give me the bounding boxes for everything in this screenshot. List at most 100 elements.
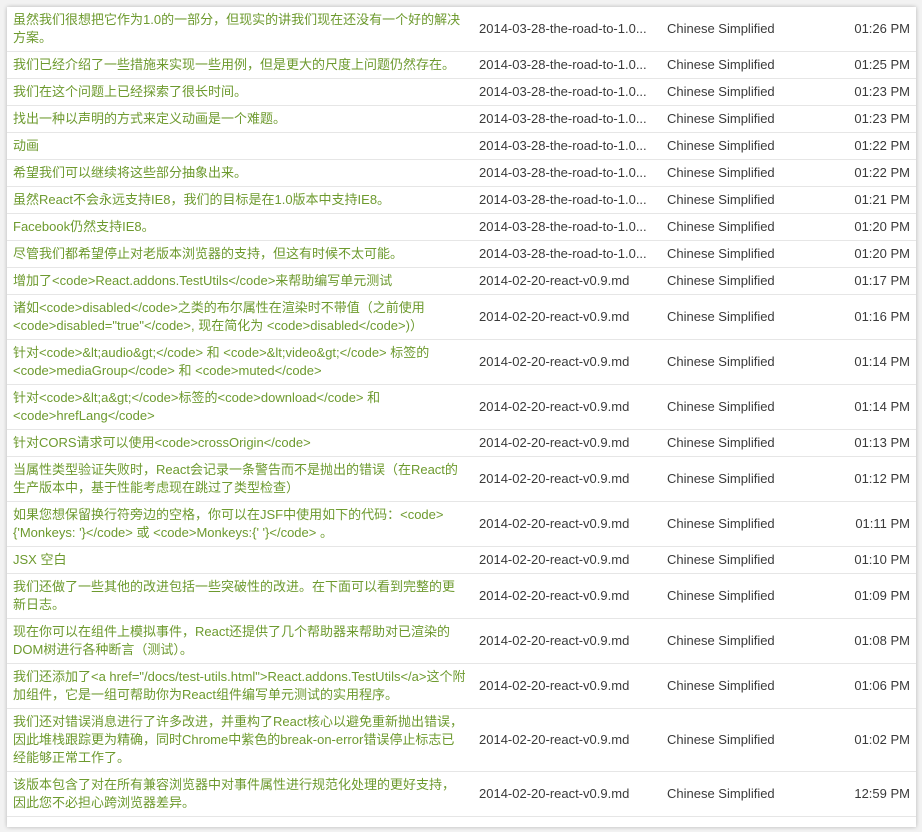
table-row: 该版本包含了对在所有兼容浏览器中对事件属性进行规范化处理的更好支持，因此您不必担…: [7, 771, 916, 817]
file-name: 2014-02-20-react-v0.9.md: [473, 708, 661, 772]
segment-link[interactable]: 现在你可以在组件上模拟事件，React还提供了几个帮助器来帮助对已渲染的DOM树…: [13, 624, 450, 657]
language: Chinese Simplified: [661, 105, 827, 133]
timestamp: 01:21 PM: [827, 186, 916, 214]
segment-text-cell: 我们还做了一些其他的改进包括一些突破性的改进。在下面可以看到完整的更新日志。: [7, 573, 473, 619]
activity-table: 虽然我们很想把它作为1.0的一部分，但现实的讲我们现在还没有一个好的解决方案。 2…: [7, 7, 916, 817]
file-name: 2014-02-20-react-v0.9.md: [473, 294, 661, 340]
timestamp: 01:26 PM: [827, 7, 916, 52]
table-row: 现在你可以在组件上模拟事件，React还提供了几个帮助器来帮助对已渲染的DOM树…: [7, 618, 916, 664]
timestamp: 01:12 PM: [827, 456, 916, 502]
segment-link[interactable]: 该版本包含了对在所有兼容浏览器中对事件属性进行规范化处理的更好支持，因此您不必担…: [13, 777, 455, 810]
segment-text-cell: 针对<code>&lt;a&gt;</code>标签的<code>downloa…: [7, 384, 473, 430]
segment-text-cell: 增加了<code>React.addons.TestUtils</code>来帮…: [7, 267, 473, 295]
file-name: 2014-03-28-the-road-to-1.0...: [473, 132, 661, 160]
activity-rows: 虽然我们很想把它作为1.0的一部分，但现实的讲我们现在还没有一个好的解决方案。 2…: [7, 7, 916, 817]
language: Chinese Simplified: [661, 339, 827, 385]
file-name: 2014-03-28-the-road-to-1.0...: [473, 78, 661, 106]
timestamp: 01:20 PM: [827, 213, 916, 241]
segment-link[interactable]: 我们已经介绍了一些措施来实现一些用例，但是更大的尺度上问题仍然存在。: [13, 57, 455, 72]
activity-panel: 虽然我们很想把它作为1.0的一部分，但现实的讲我们现在还没有一个好的解决方案。 2…: [7, 7, 916, 827]
segment-link[interactable]: 虽然React不会永远支持IE8，我们的目标是在1.0版本中支持IE8。: [13, 192, 390, 207]
file-name: 2014-03-28-the-road-to-1.0...: [473, 159, 661, 187]
table-row: Facebook仍然支持IE8。 2014-03-28-the-road-to-1…: [7, 213, 916, 241]
table-row: 我们还做了一些其他的改进包括一些突破性的改进。在下面可以看到完整的更新日志。 20…: [7, 573, 916, 619]
segment-link[interactable]: 动画: [13, 138, 39, 153]
segment-text-cell: 诸如<code>disabled</code>之类的布尔属性在渲染时不带值（之前…: [7, 294, 473, 340]
language: Chinese Simplified: [661, 663, 827, 709]
timestamp: 01:09 PM: [827, 573, 916, 619]
segment-text-cell: 我们还添加了<a href="/docs/test-utils.html">Re…: [7, 663, 473, 709]
timestamp: 01:22 PM: [827, 132, 916, 160]
segment-text-cell: 该版本包含了对在所有兼容浏览器中对事件属性进行规范化处理的更好支持，因此您不必担…: [7, 771, 473, 817]
segment-link[interactable]: 增加了<code>React.addons.TestUtils</code>来帮…: [13, 273, 392, 288]
segment-text-cell: 虽然React不会永远支持IE8，我们的目标是在1.0版本中支持IE8。: [7, 186, 473, 214]
language: Chinese Simplified: [661, 240, 827, 268]
table-row: JSX 空白 2014-02-20-react-v0.9.md Chinese Si…: [7, 546, 916, 574]
language: Chinese Simplified: [661, 501, 827, 547]
segment-text-cell: 尽管我们都希望停止对老版本浏览器的支持，但这有时候不太可能。: [7, 240, 473, 268]
language: Chinese Simplified: [661, 51, 827, 79]
segment-text-cell: 找出一种以声明的方式来定义动画是一个难题。: [7, 105, 473, 133]
segment-text-cell: 针对CORS请求可以使用<code>crossOrigin</code>: [7, 429, 473, 457]
file-name: 2014-03-28-the-road-to-1.0...: [473, 51, 661, 79]
language: Chinese Simplified: [661, 546, 827, 574]
file-name: 2014-02-20-react-v0.9.md: [473, 339, 661, 385]
table-row: 针对<code>&lt;a&gt;</code>标签的<code>downloa…: [7, 384, 916, 430]
table-row: 增加了<code>React.addons.TestUtils</code>来帮…: [7, 267, 916, 295]
file-name: 2014-02-20-react-v0.9.md: [473, 501, 661, 547]
segment-link[interactable]: JSX 空白: [13, 552, 66, 567]
file-name: 2014-03-28-the-road-to-1.0...: [473, 240, 661, 268]
timestamp: 01:14 PM: [827, 384, 916, 430]
table-row: 尽管我们都希望停止对老版本浏览器的支持，但这有时候不太可能。 2014-03-28…: [7, 240, 916, 268]
segment-text-cell: 虽然我们很想把它作为1.0的一部分，但现实的讲我们现在还没有一个好的解决方案。: [7, 7, 473, 52]
table-row: 我们还添加了<a href="/docs/test-utils.html">Re…: [7, 663, 916, 709]
timestamp: 01:22 PM: [827, 159, 916, 187]
segment-text-cell: Facebook仍然支持IE8。: [7, 213, 473, 241]
table-row: 我们已经介绍了一些措施来实现一些用例，但是更大的尺度上问题仍然存在。 2014-0…: [7, 51, 916, 79]
table-row: 虽然我们很想把它作为1.0的一部分，但现实的讲我们现在还没有一个好的解决方案。 2…: [7, 7, 916, 52]
segment-link[interactable]: 我们还做了一些其他的改进包括一些突破性的改进。在下面可以看到完整的更新日志。: [13, 579, 455, 612]
segment-text-cell: 我们在这个问题上已经探索了很长时间。: [7, 78, 473, 106]
language: Chinese Simplified: [661, 429, 827, 457]
segment-text-cell: 现在你可以在组件上模拟事件，React还提供了几个帮助器来帮助对已渲染的DOM树…: [7, 618, 473, 664]
table-row: 我们还对错误消息进行了许多改进，并重构了React核心以避免重新抛出错误，因此堆…: [7, 708, 916, 772]
file-name: 2014-03-28-the-road-to-1.0...: [473, 213, 661, 241]
segment-link[interactable]: 针对<code>&lt;a&gt;</code>标签的<code>downloa…: [13, 390, 380, 423]
language: Chinese Simplified: [661, 159, 827, 187]
timestamp: 01:08 PM: [827, 618, 916, 664]
table-row: 如果您想保留换行符旁边的空格，你可以在JSF中使用如下的代码：<code>{'M…: [7, 501, 916, 547]
file-name: 2014-02-20-react-v0.9.md: [473, 384, 661, 430]
language: Chinese Simplified: [661, 618, 827, 664]
timestamp: 12:59 PM: [827, 771, 916, 817]
segment-link[interactable]: 当属性类型验证失败时，React会记录一条警告而不是抛出的错误（在React的生…: [13, 462, 458, 495]
segment-text-cell: 希望我们可以继续将这些部分抽象出来。: [7, 159, 473, 187]
table-row: 针对<code>&lt;audio&gt;</code> 和 <code>&lt…: [7, 339, 916, 385]
language: Chinese Simplified: [661, 78, 827, 106]
file-name: 2014-03-28-the-road-to-1.0...: [473, 186, 661, 214]
segment-link[interactable]: 虽然我们很想把它作为1.0的一部分，但现实的讲我们现在还没有一个好的解决方案。: [13, 12, 460, 45]
segment-link[interactable]: 我们还添加了<a href="/docs/test-utils.html">Re…: [13, 669, 465, 702]
file-name: 2014-02-20-react-v0.9.md: [473, 663, 661, 709]
segment-text-cell: 针对<code>&lt;audio&gt;</code> 和 <code>&lt…: [7, 339, 473, 385]
table-row: 我们在这个问题上已经探索了很长时间。 2014-03-28-the-road-to…: [7, 78, 916, 106]
segment-link[interactable]: 针对CORS请求可以使用<code>crossOrigin</code>: [13, 435, 311, 450]
segment-link[interactable]: 希望我们可以继续将这些部分抽象出来。: [13, 165, 247, 180]
segment-text-cell: JSX 空白: [7, 546, 473, 574]
language: Chinese Simplified: [661, 294, 827, 340]
segment-link[interactable]: 如果您想保留换行符旁边的空格，你可以在JSF中使用如下的代码：<code>{'M…: [13, 507, 444, 540]
segment-link[interactable]: 我们在这个问题上已经探索了很长时间。: [13, 84, 247, 99]
timestamp: 01:06 PM: [827, 663, 916, 709]
segment-link[interactable]: 找出一种以声明的方式来定义动画是一个难题。: [13, 111, 286, 126]
file-name: 2014-02-20-react-v0.9.md: [473, 771, 661, 817]
table-row: 当属性类型验证失败时，React会记录一条警告而不是抛出的错误（在React的生…: [7, 456, 916, 502]
language: Chinese Simplified: [661, 708, 827, 772]
timestamp: 01:20 PM: [827, 240, 916, 268]
language: Chinese Simplified: [661, 186, 827, 214]
segment-link[interactable]: 我们还对错误消息进行了许多改进，并重构了React核心以避免重新抛出错误，因此堆…: [13, 714, 463, 765]
table-row: 针对CORS请求可以使用<code>crossOrigin</code> 2014…: [7, 429, 916, 457]
segment-link[interactable]: 尽管我们都希望停止对老版本浏览器的支持，但这有时候不太可能。: [13, 246, 403, 261]
segment-link[interactable]: 针对<code>&lt;audio&gt;</code> 和 <code>&lt…: [13, 345, 429, 378]
timestamp: 01:23 PM: [827, 105, 916, 133]
segment-link[interactable]: 诸如<code>disabled</code>之类的布尔属性在渲染时不带值（之前…: [13, 300, 425, 333]
segment-link[interactable]: Facebook仍然支持IE8。: [13, 219, 155, 234]
